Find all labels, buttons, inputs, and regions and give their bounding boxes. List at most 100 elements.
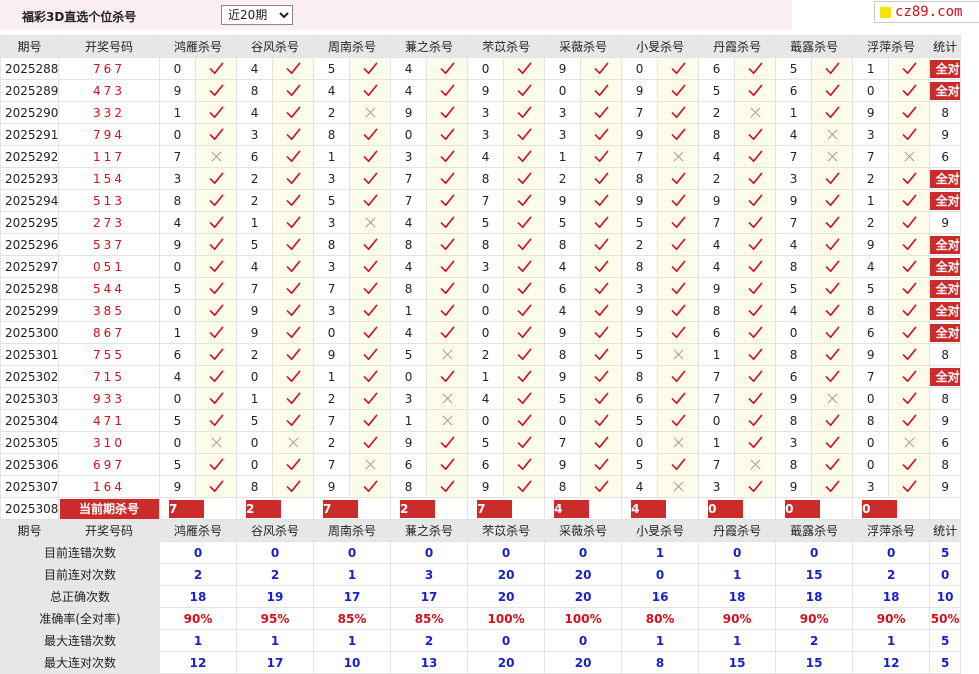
check-icon (902, 84, 917, 96)
cross-icon (364, 217, 376, 228)
cross-icon (441, 349, 453, 360)
result-mark-cell (580, 475, 623, 498)
issue-cell: 2025307 (0, 475, 59, 498)
result-mark-cell (194, 79, 238, 102)
kill-digit-cell: 9 (775, 475, 813, 498)
kill-digit-cell: 5 (159, 409, 196, 432)
draw-number-cell: 117 (58, 145, 160, 168)
check-icon (671, 84, 685, 96)
kill-digit-cell: 8 (236, 79, 274, 102)
check-icon (748, 62, 762, 74)
col-header-expert: 蒹之杀号 (390, 35, 469, 58)
result-mark-cell (580, 123, 623, 146)
kill-digit-cell: 3 (467, 255, 505, 278)
result-mark-cell (811, 189, 854, 212)
kill-digit-cell: 0 (775, 321, 813, 344)
kill-digit-cell: 5 (313, 189, 351, 212)
check-icon (440, 370, 454, 382)
result-mark-cell (734, 123, 777, 146)
check-icon (671, 458, 685, 470)
check-icon (594, 480, 608, 492)
stat-value: 1 (158, 629, 238, 652)
kill-digit-cell: 1 (159, 101, 196, 124)
result-mark-cell (349, 57, 392, 80)
result-mark-cell (503, 365, 546, 388)
all-correct-badge: 全对 (930, 367, 960, 386)
stat-value: 16 (621, 585, 700, 608)
kill-digit-cell: 8 (467, 167, 505, 190)
result-mark-cell (888, 387, 931, 410)
stat-cell: 8 (929, 387, 962, 410)
result-mark-cell (888, 365, 931, 388)
result-mark-cell (194, 189, 238, 212)
check-icon (671, 304, 685, 316)
kill-digit-cell: 1 (467, 365, 505, 388)
result-mark-cell (580, 409, 623, 432)
check-icon (363, 282, 377, 294)
check-icon (286, 194, 300, 206)
result-mark-cell (194, 255, 238, 278)
check-icon (440, 304, 454, 316)
check-icon (440, 150, 454, 162)
result-mark-cell (426, 167, 469, 190)
kill-digit-cell: 7 (544, 431, 582, 454)
stat-value: 0 (544, 541, 623, 564)
stat-cell: 全对 (929, 79, 962, 102)
check-icon (363, 172, 377, 184)
result-mark-cell (811, 123, 854, 146)
kill-digit-cell: 0 (467, 409, 505, 432)
draw-number-cell: 385 (58, 299, 160, 322)
result-mark-cell (194, 321, 238, 344)
check-icon (517, 260, 531, 272)
site-logo[interactable]: cz89.com (874, 1, 979, 23)
stat-label: 总正确次数 (0, 585, 160, 608)
kill-digit-cell: 6 (775, 365, 813, 388)
check-icon (363, 260, 377, 272)
draw-number-cell: 513 (58, 189, 160, 212)
check-icon (902, 172, 917, 184)
check-icon (594, 194, 608, 206)
check-icon (671, 194, 685, 206)
check-icon (594, 348, 608, 360)
result-mark-cell (734, 211, 777, 234)
result-mark-cell (657, 277, 700, 300)
check-icon (517, 458, 531, 470)
check-icon (825, 62, 840, 74)
kill-digit-cell: 2 (544, 167, 582, 190)
stat-value: 90% (852, 607, 931, 630)
result-mark-cell (503, 189, 546, 212)
result-mark-cell (503, 387, 546, 410)
stat-value: 0 (467, 629, 546, 652)
kill-digit-cell: 5 (544, 387, 582, 410)
col-header-expert: 采薇杀号 (544, 519, 623, 542)
kill-digit-cell: 9 (852, 343, 890, 366)
table-row: 2025300 867 1 9 0 4 0 9 5 6 0 6 全对 (0, 321, 962, 344)
check-icon (902, 414, 917, 426)
cross-icon (904, 151, 915, 162)
stat-row: 总正确次数 18 19 17 17 20 20 16 18 18 18 10 (0, 585, 962, 608)
result-mark-cell (657, 101, 700, 124)
result-mark-cell (657, 79, 700, 102)
result-mark-cell (349, 101, 392, 124)
result-mark-cell (734, 145, 777, 168)
check-icon (594, 128, 608, 140)
check-icon (825, 282, 840, 294)
all-correct-badge: 全对 (930, 235, 960, 254)
check-icon (209, 392, 223, 404)
result-mark-cell (580, 387, 623, 410)
result-mark-cell (580, 343, 623, 366)
result-mark-cell (888, 189, 931, 212)
check-icon (825, 172, 840, 184)
result-mark-cell (503, 211, 546, 234)
stat-value: 5 (929, 629, 962, 652)
kill-digit-cell: 8 (852, 299, 890, 322)
kill-digit-cell: 0 (852, 453, 890, 476)
top-bar: 福彩3D直选个位杀号 近20期 cz89.com (0, 0, 979, 30)
col-header-expert: 蕺露杀号 (775, 35, 854, 58)
result-mark-cell (657, 255, 700, 278)
kill-digit-cell: 4 (390, 57, 428, 80)
stat-cell: 8 (929, 101, 962, 124)
result-mark-cell (349, 431, 392, 454)
period-select[interactable]: 近20期 (221, 5, 293, 25)
check-icon (594, 304, 608, 316)
